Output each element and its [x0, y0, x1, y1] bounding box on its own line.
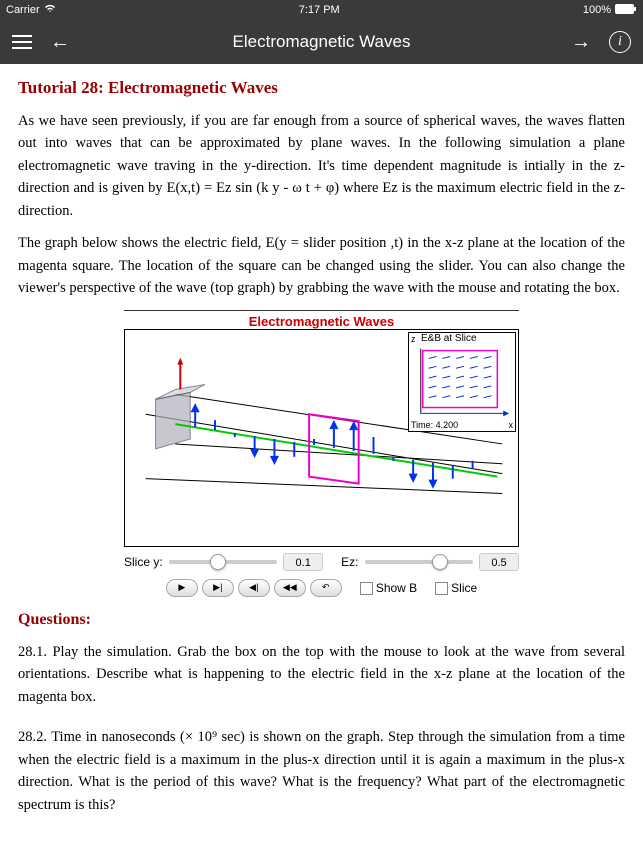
battery-pct: 100%	[583, 4, 611, 16]
show-b-label: Show B	[376, 581, 417, 595]
slice-slider[interactable]	[169, 560, 277, 564]
play-button[interactable]: ▶	[166, 579, 198, 597]
questions-heading: Questions:	[18, 611, 625, 629]
ez-label: Ez:	[341, 555, 358, 569]
question-2: 28.2. Time in nanoseconds (× 10⁹ sec) is…	[18, 726, 625, 816]
slice-cb-label: Slice	[451, 581, 477, 595]
inset-x-axis: x	[509, 420, 514, 430]
inset-z-axis: z	[411, 334, 416, 344]
forward-button[interactable]: →	[571, 31, 591, 54]
slice-label: Slice y:	[124, 555, 163, 569]
sim-3d-graph[interactable]: z E&B at Slice Time: 4.200 x	[124, 329, 519, 547]
reset-button[interactable]: ↶	[310, 579, 342, 597]
intro-paragraph-1: As we have seen previously, if you are f…	[18, 110, 625, 222]
page-title: Electromagnetic Waves	[233, 32, 411, 52]
step-fwd-button[interactable]: ▶|	[202, 579, 234, 597]
nav-bar: ← Electromagnetic Waves → i	[0, 20, 643, 64]
menu-icon[interactable]	[12, 35, 32, 49]
tutorial-title: Tutorial 28: Electromagnetic Waves	[18, 78, 625, 98]
ez-slider[interactable]	[365, 560, 473, 564]
show-b-checkbox[interactable]	[360, 582, 373, 595]
ez-value: 0.5	[479, 553, 519, 571]
step-back-button[interactable]: ◀|	[238, 579, 270, 597]
status-time: 7:17 PM	[299, 4, 340, 16]
sim-title: Electromagnetic Waves	[124, 310, 519, 329]
slice-checkbox[interactable]	[435, 582, 448, 595]
inset-time: Time: 4.200	[411, 420, 458, 430]
simulation: Electromagnetic Waves	[124, 310, 519, 597]
status-bar: Carrier 7:17 PM 100%	[0, 0, 643, 20]
inset-plot: z E&B at Slice Time: 4.200 x	[408, 332, 516, 432]
rewind-button[interactable]: ◀◀	[274, 579, 306, 597]
content-area: Tutorial 28: Electromagnetic Waves As we…	[0, 64, 643, 857]
inset-vector-field	[409, 344, 515, 420]
slice-value: 0.1	[283, 553, 323, 571]
question-1: 28.1. Play the simulation. Grab the box …	[18, 641, 625, 708]
carrier-label: Carrier	[6, 4, 40, 16]
back-button[interactable]: ←	[50, 31, 70, 54]
intro-paragraph-2: The graph below shows the electric field…	[18, 232, 625, 299]
info-button[interactable]: i	[609, 31, 631, 53]
battery-icon	[615, 4, 637, 17]
wifi-icon	[44, 4, 56, 16]
